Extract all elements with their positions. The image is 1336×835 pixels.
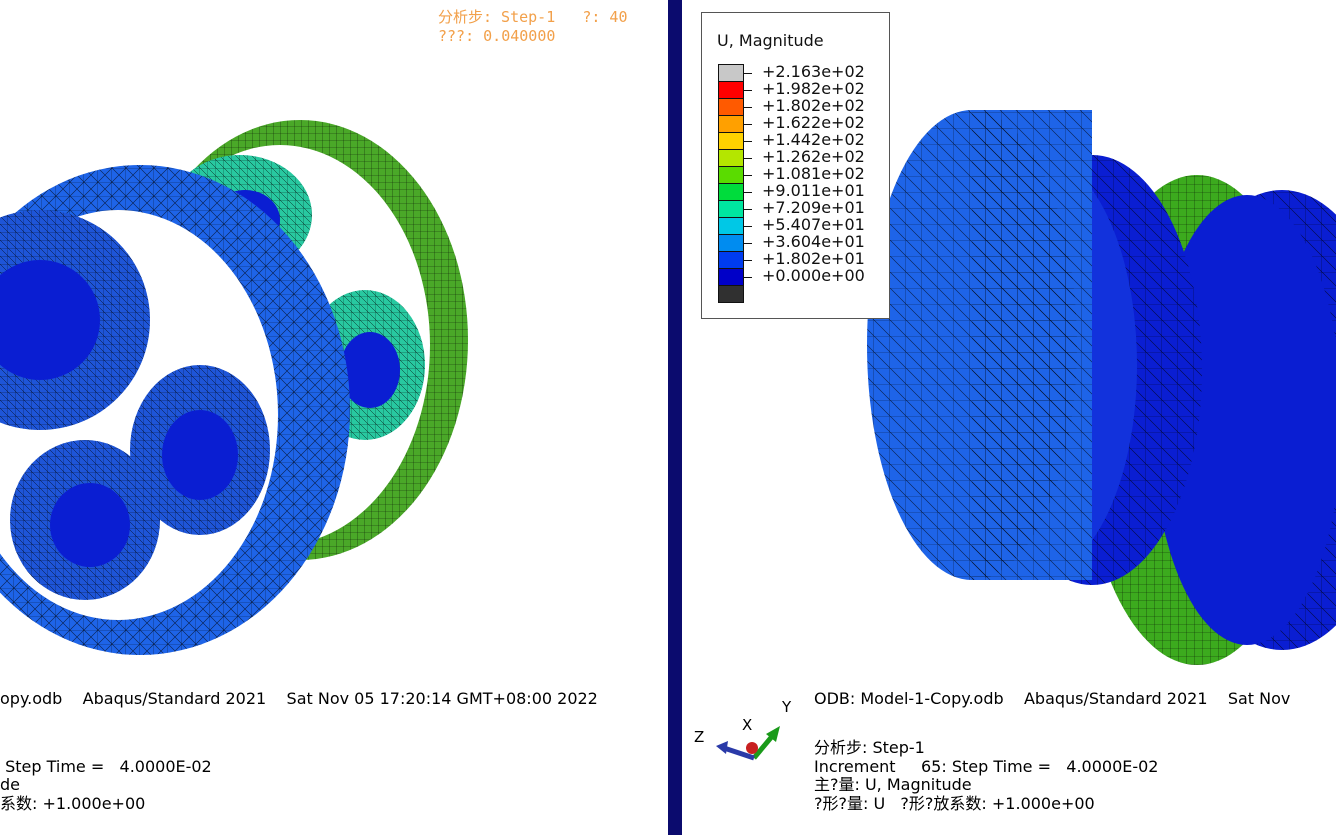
legend-swatch bbox=[718, 132, 744, 150]
legend-label: +1.982e+02 bbox=[762, 79, 865, 98]
x-axis-label: X bbox=[742, 716, 752, 734]
legend-label: +1.442e+02 bbox=[762, 130, 865, 149]
step-time-label: ???: 0.040000 bbox=[438, 27, 556, 45]
legend-tick bbox=[744, 157, 752, 159]
legend-label: +7.209e+01 bbox=[762, 198, 865, 217]
legend-tick bbox=[744, 276, 752, 278]
legend-label: +0.000e+00 bbox=[762, 266, 865, 285]
legend-swatch bbox=[718, 200, 744, 218]
legend-swatch bbox=[718, 268, 744, 286]
legend-swatch bbox=[718, 166, 744, 184]
legend-swatch bbox=[718, 183, 744, 201]
legend-swatch bbox=[718, 149, 744, 167]
legend-tick bbox=[744, 89, 752, 91]
legend-swatch bbox=[718, 64, 744, 82]
legend-label: +5.407e+01 bbox=[762, 215, 865, 234]
primary-var-info: de bbox=[0, 775, 20, 794]
legend-swatch bbox=[718, 98, 744, 116]
legend-label: +1.802e+01 bbox=[762, 249, 865, 268]
legend-label: +3.604e+01 bbox=[762, 232, 865, 251]
legend-title: U, Magnitude bbox=[717, 31, 824, 50]
legend-swatch bbox=[718, 285, 744, 303]
step-time-info: Step Time = 4.0000E-02 bbox=[0, 757, 212, 776]
left-model-render bbox=[0, 120, 468, 655]
z-axis-label: Z bbox=[694, 728, 704, 746]
legend-tick bbox=[744, 225, 752, 227]
viewport-divider[interactable] bbox=[668, 0, 682, 835]
axis-triad: Y X Z bbox=[694, 698, 792, 761]
legend-swatch bbox=[718, 81, 744, 99]
x-axis-arrow bbox=[746, 742, 758, 754]
legend-tick bbox=[744, 191, 752, 193]
right-viewport[interactable]: U, Magnitude +2.163e+02 +1.982e+02 +1.802e… bbox=[682, 0, 1336, 835]
left-viewport[interactable]: 分析步: Step-1 ?: 40 ???: 0.040000 opy.odb … bbox=[0, 0, 668, 835]
legend-tick bbox=[744, 106, 752, 108]
y-axis-label: Y bbox=[781, 698, 792, 716]
legend-label: +2.163e+02 bbox=[762, 62, 865, 81]
legend-swatch bbox=[718, 251, 744, 269]
deform-var-info: ?形?量: U ?形?放系数: +1.000e+00 bbox=[814, 794, 1095, 813]
primary-var-info: 主?量: U, Magnitude bbox=[814, 775, 972, 794]
step-info: 分析步: Step-1 bbox=[814, 738, 925, 757]
legend-tick bbox=[744, 242, 752, 244]
odb-info-line: opy.odb Abaqus/Standard 2021 Sat Nov 05 … bbox=[0, 689, 598, 708]
legend-tick bbox=[744, 259, 752, 261]
legend-swatch bbox=[718, 217, 744, 235]
legend-label: +1.622e+02 bbox=[762, 113, 865, 132]
legend-tick bbox=[744, 123, 752, 125]
front-cylinder-blue bbox=[867, 110, 1092, 580]
legend-tick bbox=[744, 174, 752, 176]
legend-label: +1.802e+02 bbox=[762, 96, 865, 115]
legend-tick bbox=[744, 72, 752, 74]
deform-scale-info: 系数: +1.000e+00 bbox=[0, 794, 146, 813]
increment-info: Increment 65: Step Time = 4.0000E-02 bbox=[814, 757, 1159, 776]
legend-tick bbox=[744, 140, 752, 142]
step-label: 分析步: Step-1 ?: 40 bbox=[438, 8, 628, 26]
odb-info-line: ODB: Model-1-Copy.odb Abaqus/Standard 20… bbox=[814, 689, 1291, 708]
legend-swatch bbox=[718, 234, 744, 252]
legend-swatch bbox=[718, 115, 744, 133]
legend-label: +1.081e+02 bbox=[762, 164, 865, 183]
legend-label: +9.011e+01 bbox=[762, 181, 865, 200]
planet-gear-front-bottom bbox=[10, 440, 160, 600]
contour-legend[interactable]: U, Magnitude +2.163e+02 +1.982e+02 +1.802e… bbox=[701, 12, 890, 319]
legend-label: +1.262e+02 bbox=[762, 147, 865, 166]
legend-tick bbox=[744, 208, 752, 210]
